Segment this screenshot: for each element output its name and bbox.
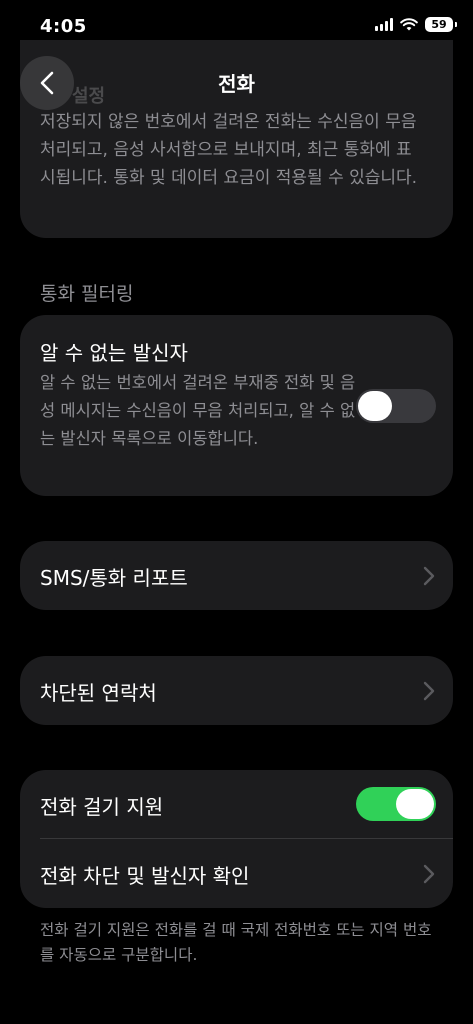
unknown-callers-description: 알 수 없는 번호에서 걸려온 부재중 전화 및 음성 메시지는 수신음이 무음… [40,373,356,448]
phone-settings-screen: 4:05 59 저장되지 않은 번호에서 걸려온 전화는 수신음이 무음 처리되… [0,0,473,1024]
sms-report-row[interactable]: SMS/통화 리포트 [20,541,453,610]
sms-report-label: SMS/통화 리포트 [40,566,188,590]
unknown-callers-card: 알 수 없는 발신자 알 수 없는 번호에서 걸려온 부재중 전화 및 음성 메… [20,315,453,496]
blocked-contacts-row[interactable]: 차단된 연락처 [20,656,453,725]
status-icons: 59 [375,17,457,32]
call-blocking-label: 전화 차단 및 발신자 확인 [40,864,250,888]
call-blocking-row[interactable]: 전화 차단 및 발신자 확인 [20,839,453,908]
unknown-callers-label: 알 수 없는 발신자 [40,341,188,365]
call-filtering-header: 통화 필터링 [40,283,134,305]
battery-icon: 59 [425,17,457,32]
page-title: 전화 [218,72,255,96]
toggle-knob [396,789,434,819]
dial-assist-footer: 전화 걸기 지원은 전화를 걸 때 국제 전화번호 또는 지역 번호를 자동으로… [40,921,432,964]
unknown-callers-toggle[interactable] [356,389,436,423]
blocked-contacts-label: 차단된 연락처 [40,681,157,705]
chevron-right-icon [423,566,435,586]
chevron-right-icon [423,681,435,701]
status-time: 4:05 [40,16,87,37]
wifi-icon [400,18,418,31]
toggle-knob [358,391,392,421]
chevron-right-icon [423,864,435,884]
dial-assist-toggle[interactable] [356,787,436,821]
dial-assist-label: 전화 걸기 지원 [40,795,164,819]
cellular-signal-icon [375,18,393,31]
dial-assist-card: 전화 걸기 지원 전화 차단 및 발신자 확인 [20,770,453,908]
silence-unknown-description: 저장되지 않은 번호에서 걸려온 전화는 수신음이 무음 처리되고, 음성 사서… [40,112,418,188]
